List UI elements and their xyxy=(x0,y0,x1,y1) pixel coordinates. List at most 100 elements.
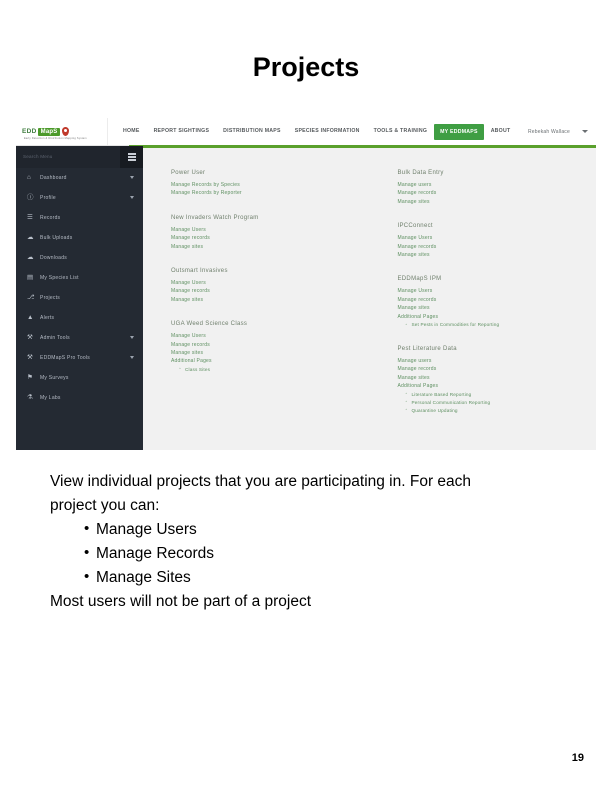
sidebar-item-eddmaps-pro-tools[interactable]: ⚒ EDDMapS Pro Tools xyxy=(16,348,143,368)
cloud-upload-icon: ☁ xyxy=(27,233,34,241)
project-link[interactable]: Manage records xyxy=(171,287,370,295)
project-link[interactable]: Manage sites xyxy=(171,296,370,304)
sidebar-item-records[interactable]: ☰ Records xyxy=(16,208,143,228)
hamburger-bar xyxy=(127,153,136,155)
sidebar: Search Menu ⌂ Dashboard ⓘ Profile ☰ Reco… xyxy=(16,146,143,450)
nav-item-species-information[interactable]: SPECIES INFORMATION xyxy=(288,118,367,145)
project-link[interactable]: Manage records xyxy=(398,189,597,197)
sidebar-item-my-species-list[interactable]: ▤ My Species List xyxy=(16,268,143,288)
chevron-down-icon xyxy=(582,130,588,133)
list-item: Manage Users xyxy=(50,517,570,542)
project-link[interactable]: Manage Users xyxy=(171,279,370,287)
sidebar-item-bulk-uploads[interactable]: ☁ Bulk Uploads xyxy=(16,228,143,248)
project-sub-link[interactable]: Literature Based Reporting xyxy=(406,390,597,399)
project-group-new-invaders-watch-program: New Invaders Watch Program Manage Users … xyxy=(171,215,370,251)
sidebar-item-projects[interactable]: ⎇ Projects xyxy=(16,288,143,308)
logo-maps-text: MapS xyxy=(37,127,61,136)
page-number: 19 xyxy=(571,752,584,764)
project-additional-pages-label: Additional Pages xyxy=(171,358,212,365)
project-sub-link[interactable]: Quarantine Updating xyxy=(406,406,597,415)
sidebar-item-label: Profile xyxy=(40,195,56,201)
sidebar-item-label: My Species List xyxy=(40,275,79,281)
project-group-uga-weed-science-class: UGA Weed Science Class Manage Users Mana… xyxy=(171,321,370,374)
survey-icon: ⚑ xyxy=(27,373,33,381)
chevron-down-icon[interactable] xyxy=(130,176,134,179)
eddmaps-logo[interactable]: EDD MapS Early Detection & Distribution … xyxy=(16,118,108,145)
home-icon: ⌂ xyxy=(27,173,31,181)
sidebar-item-my-labs[interactable]: ⚗ My Labs xyxy=(16,388,143,408)
nav-item-distribution-maps[interactable]: DISTRIBUTION MAPS xyxy=(216,118,288,145)
project-link[interactable]: Manage sites xyxy=(171,349,370,357)
project-link[interactable]: Manage sites xyxy=(398,251,597,259)
projects-right-column: Bulk Data Entry Manage users Manage reco… xyxy=(370,170,597,432)
map-pin-icon xyxy=(62,127,70,136)
project-group-bulk-data-entry: Bulk Data Entry Manage users Manage reco… xyxy=(398,170,597,206)
project-group-eddmaps-ipm: EDDMapS IPM Manage Users Manage records … xyxy=(398,276,597,329)
project-link[interactable]: Manage users xyxy=(398,181,597,189)
project-link[interactable]: Manage sites xyxy=(398,304,597,312)
project-group-ipcconnect: IPCConnect Manage Users Manage records M… xyxy=(398,223,597,259)
project-group-title: Outsmart Invasives xyxy=(171,268,228,275)
body-intro-line-2: project you can: xyxy=(50,497,160,514)
nav-item-about[interactable]: ABOUT xyxy=(484,118,518,145)
projects-left-column: Power User Manage Records by Species Man… xyxy=(143,170,370,432)
chevron-down-icon[interactable] xyxy=(130,196,134,199)
sidebar-item-admin-tools[interactable]: ⚒ Admin Tools xyxy=(16,328,143,348)
project-sub-link[interactable]: Class Sites xyxy=(179,365,370,374)
list-item: Manage Sites xyxy=(50,565,570,590)
sidebar-item-label: Records xyxy=(40,215,61,221)
project-link[interactable]: Manage Records by Reporter xyxy=(171,189,370,197)
user-icon: ⓘ xyxy=(27,193,34,201)
sidebar-item-label: Dashboard xyxy=(40,175,67,181)
nav-links: HOME REPORT SIGHTINGS DISTRIBUTION MAPS … xyxy=(116,118,517,145)
project-group-title: IPCConnect xyxy=(397,223,433,230)
project-group-title: EDDMapS IPM xyxy=(397,276,442,283)
nav-item-my-eddmaps[interactable]: MY EDDMAPS xyxy=(434,123,484,140)
project-link[interactable]: Manage records xyxy=(398,243,597,251)
logo-edd-text: EDD xyxy=(22,128,37,135)
sidebar-item-my-surveys[interactable]: ⚑ My Surveys xyxy=(16,368,143,388)
embedded-screenshot: EDD MapS Early Detection & Distribution … xyxy=(16,118,596,450)
clipboard-icon: ▤ xyxy=(27,273,34,281)
project-group-power-user: Power User Manage Records by Species Man… xyxy=(171,170,370,198)
project-link[interactable]: Manage sites xyxy=(398,374,597,382)
project-link[interactable]: Manage users xyxy=(398,357,597,365)
logo-tagline: Early Detection & Distribution Mapping S… xyxy=(24,137,87,140)
project-link[interactable]: Manage sites xyxy=(171,243,370,251)
project-sub-link[interactable]: Personal Communication Reporting xyxy=(406,398,597,407)
nav-item-home[interactable]: HOME xyxy=(116,118,147,145)
hamburger-icon[interactable] xyxy=(120,146,143,168)
project-link[interactable]: Manage records xyxy=(398,296,597,304)
project-link[interactable]: Manage Records by Species xyxy=(171,181,370,189)
sidebar-search-input[interactable]: Search Menu xyxy=(16,146,120,168)
project-link[interactable]: Manage Users xyxy=(171,332,370,340)
nav-item-tools-training[interactable]: TOOLS & TRAINING xyxy=(367,118,434,145)
sidebar-item-profile[interactable]: ⓘ Profile xyxy=(16,188,143,208)
project-group-title: Bulk Data Entry xyxy=(397,170,444,176)
project-link[interactable]: Manage sites xyxy=(398,198,597,206)
chevron-down-icon[interactable] xyxy=(130,356,134,359)
sitemap-icon: ⎇ xyxy=(27,293,35,301)
project-group-title: Power User xyxy=(171,170,206,176)
project-link[interactable]: Manage records xyxy=(171,341,370,349)
project-link[interactable]: Manage records xyxy=(398,365,597,373)
sidebar-item-dashboard[interactable]: ⌂ Dashboard xyxy=(16,168,143,188)
project-sub-links: Set Pests in Commodities for Reporting xyxy=(398,321,597,329)
nav-item-report-sightings[interactable]: REPORT SIGHTINGS xyxy=(147,118,217,145)
bell-icon: ▲ xyxy=(27,313,34,321)
body-bullet-list: Manage Users Manage Records Manage Sites xyxy=(50,517,570,590)
project-link[interactable]: Manage Users xyxy=(398,287,597,295)
project-link[interactable]: Manage Users xyxy=(171,226,370,234)
chevron-down-icon[interactable] xyxy=(130,336,134,339)
sidebar-item-downloads[interactable]: ☁ Downloads xyxy=(16,248,143,268)
project-sub-link[interactable]: Set Pests in Commodities for Reporting xyxy=(406,321,597,329)
flask-icon: ⚗ xyxy=(27,393,33,401)
sidebar-item-label: Downloads xyxy=(40,255,67,261)
sidebar-item-alerts[interactable]: ▲ Alerts xyxy=(16,308,143,328)
project-link[interactable]: Manage Users xyxy=(398,234,597,242)
sidebar-item-label: My Surveys xyxy=(40,375,69,381)
hamburger-bar xyxy=(127,156,136,158)
body-closing-line: Most users will not be part of a project xyxy=(50,593,312,610)
project-link[interactable]: Manage records xyxy=(171,234,370,242)
user-menu[interactable]: Rebekah Wallace xyxy=(528,118,588,145)
